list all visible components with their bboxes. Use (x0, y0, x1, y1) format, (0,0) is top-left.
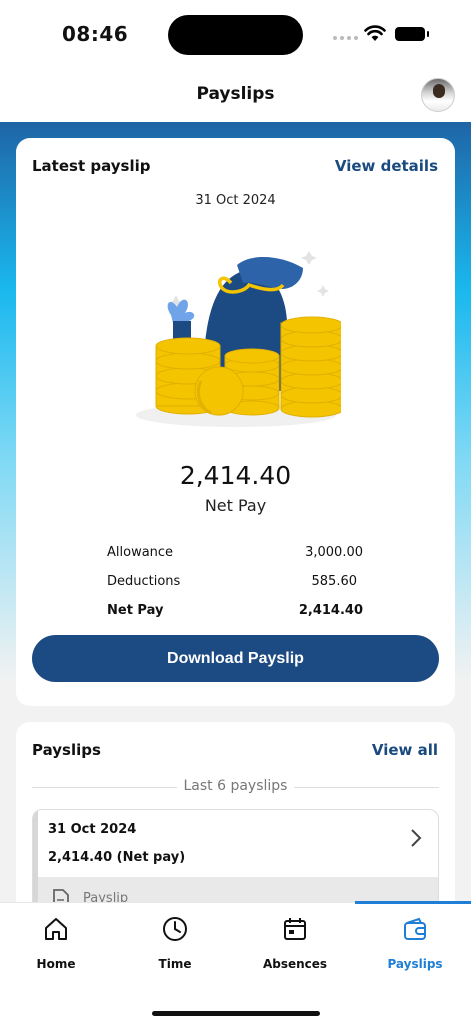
tab-payslips-label: Payslips (387, 957, 443, 971)
dynamic-island (168, 15, 303, 55)
pay-summary: Allowance 3,000.00 Deductions 585.60 Net… (107, 538, 363, 625)
tab-absences-label: Absences (262, 957, 328, 971)
net-pay-amount: 2,414.40 (179, 461, 292, 490)
net-pay-label: Net Pay (204, 496, 267, 515)
summary-value: 3,000.00 (305, 545, 363, 560)
payslip-item-amount: 2,414.40 (Net pay) (48, 850, 186, 865)
wifi-icon (364, 25, 386, 41)
summary-row-net-pay: Net Pay 2,414.40 (107, 596, 363, 625)
tab-time[interactable]: Time (125, 903, 225, 983)
tab-time-label: Time (158, 957, 192, 971)
tab-bar: Home Time Absences Payslips (0, 901, 471, 1024)
battery-icon (395, 27, 429, 41)
app-header: Payslips (0, 70, 471, 122)
home-indicator (152, 1011, 320, 1016)
view-all-link[interactable]: View all (372, 741, 438, 759)
summary-label: Net Pay (107, 603, 164, 618)
payslip-date: 31 Oct 2024 (195, 193, 276, 208)
avatar[interactable] (421, 78, 455, 112)
summary-row-deductions: Deductions 585.60 (107, 567, 363, 596)
money-bag-illustration (136, 251, 341, 427)
payslips-title: Payslips (32, 741, 101, 759)
status-time: 08:46 (62, 22, 129, 46)
summary-label: Deductions (107, 574, 181, 589)
home-icon (45, 918, 67, 940)
payslip-item-date: 31 Oct 2024 (48, 822, 137, 837)
payslips-divider: Last 6 payslips (32, 778, 439, 796)
calendar-icon (284, 918, 306, 940)
summary-value: 2,414.40 (298, 603, 363, 618)
tab-payslips[interactable]: Payslips (365, 903, 465, 983)
payslips-subtitle: Last 6 payslips (183, 778, 288, 794)
wallet-icon (404, 917, 426, 940)
latest-payslip-card: Latest payslip View details 31 Oct 2024 (16, 138, 455, 706)
status-bar: 08:46 (0, 0, 471, 70)
summary-label: Allowance (107, 545, 174, 560)
signal-icon (333, 36, 358, 40)
download-payslip-button[interactable]: Download Payslip (32, 635, 439, 682)
tab-home[interactable]: Home (6, 903, 106, 983)
summary-row-allowance: Allowance 3,000.00 (107, 538, 363, 567)
clock-icon (163, 917, 187, 941)
tab-home-label: Home (36, 957, 76, 971)
chevron-right-icon[interactable] (410, 828, 422, 854)
page-title: Payslips (196, 84, 275, 104)
view-details-link[interactable]: View details (335, 157, 438, 175)
summary-value: 585.60 (311, 574, 358, 589)
latest-payslip-title: Latest payslip (32, 157, 151, 175)
tab-absences[interactable]: Absences (245, 903, 345, 983)
